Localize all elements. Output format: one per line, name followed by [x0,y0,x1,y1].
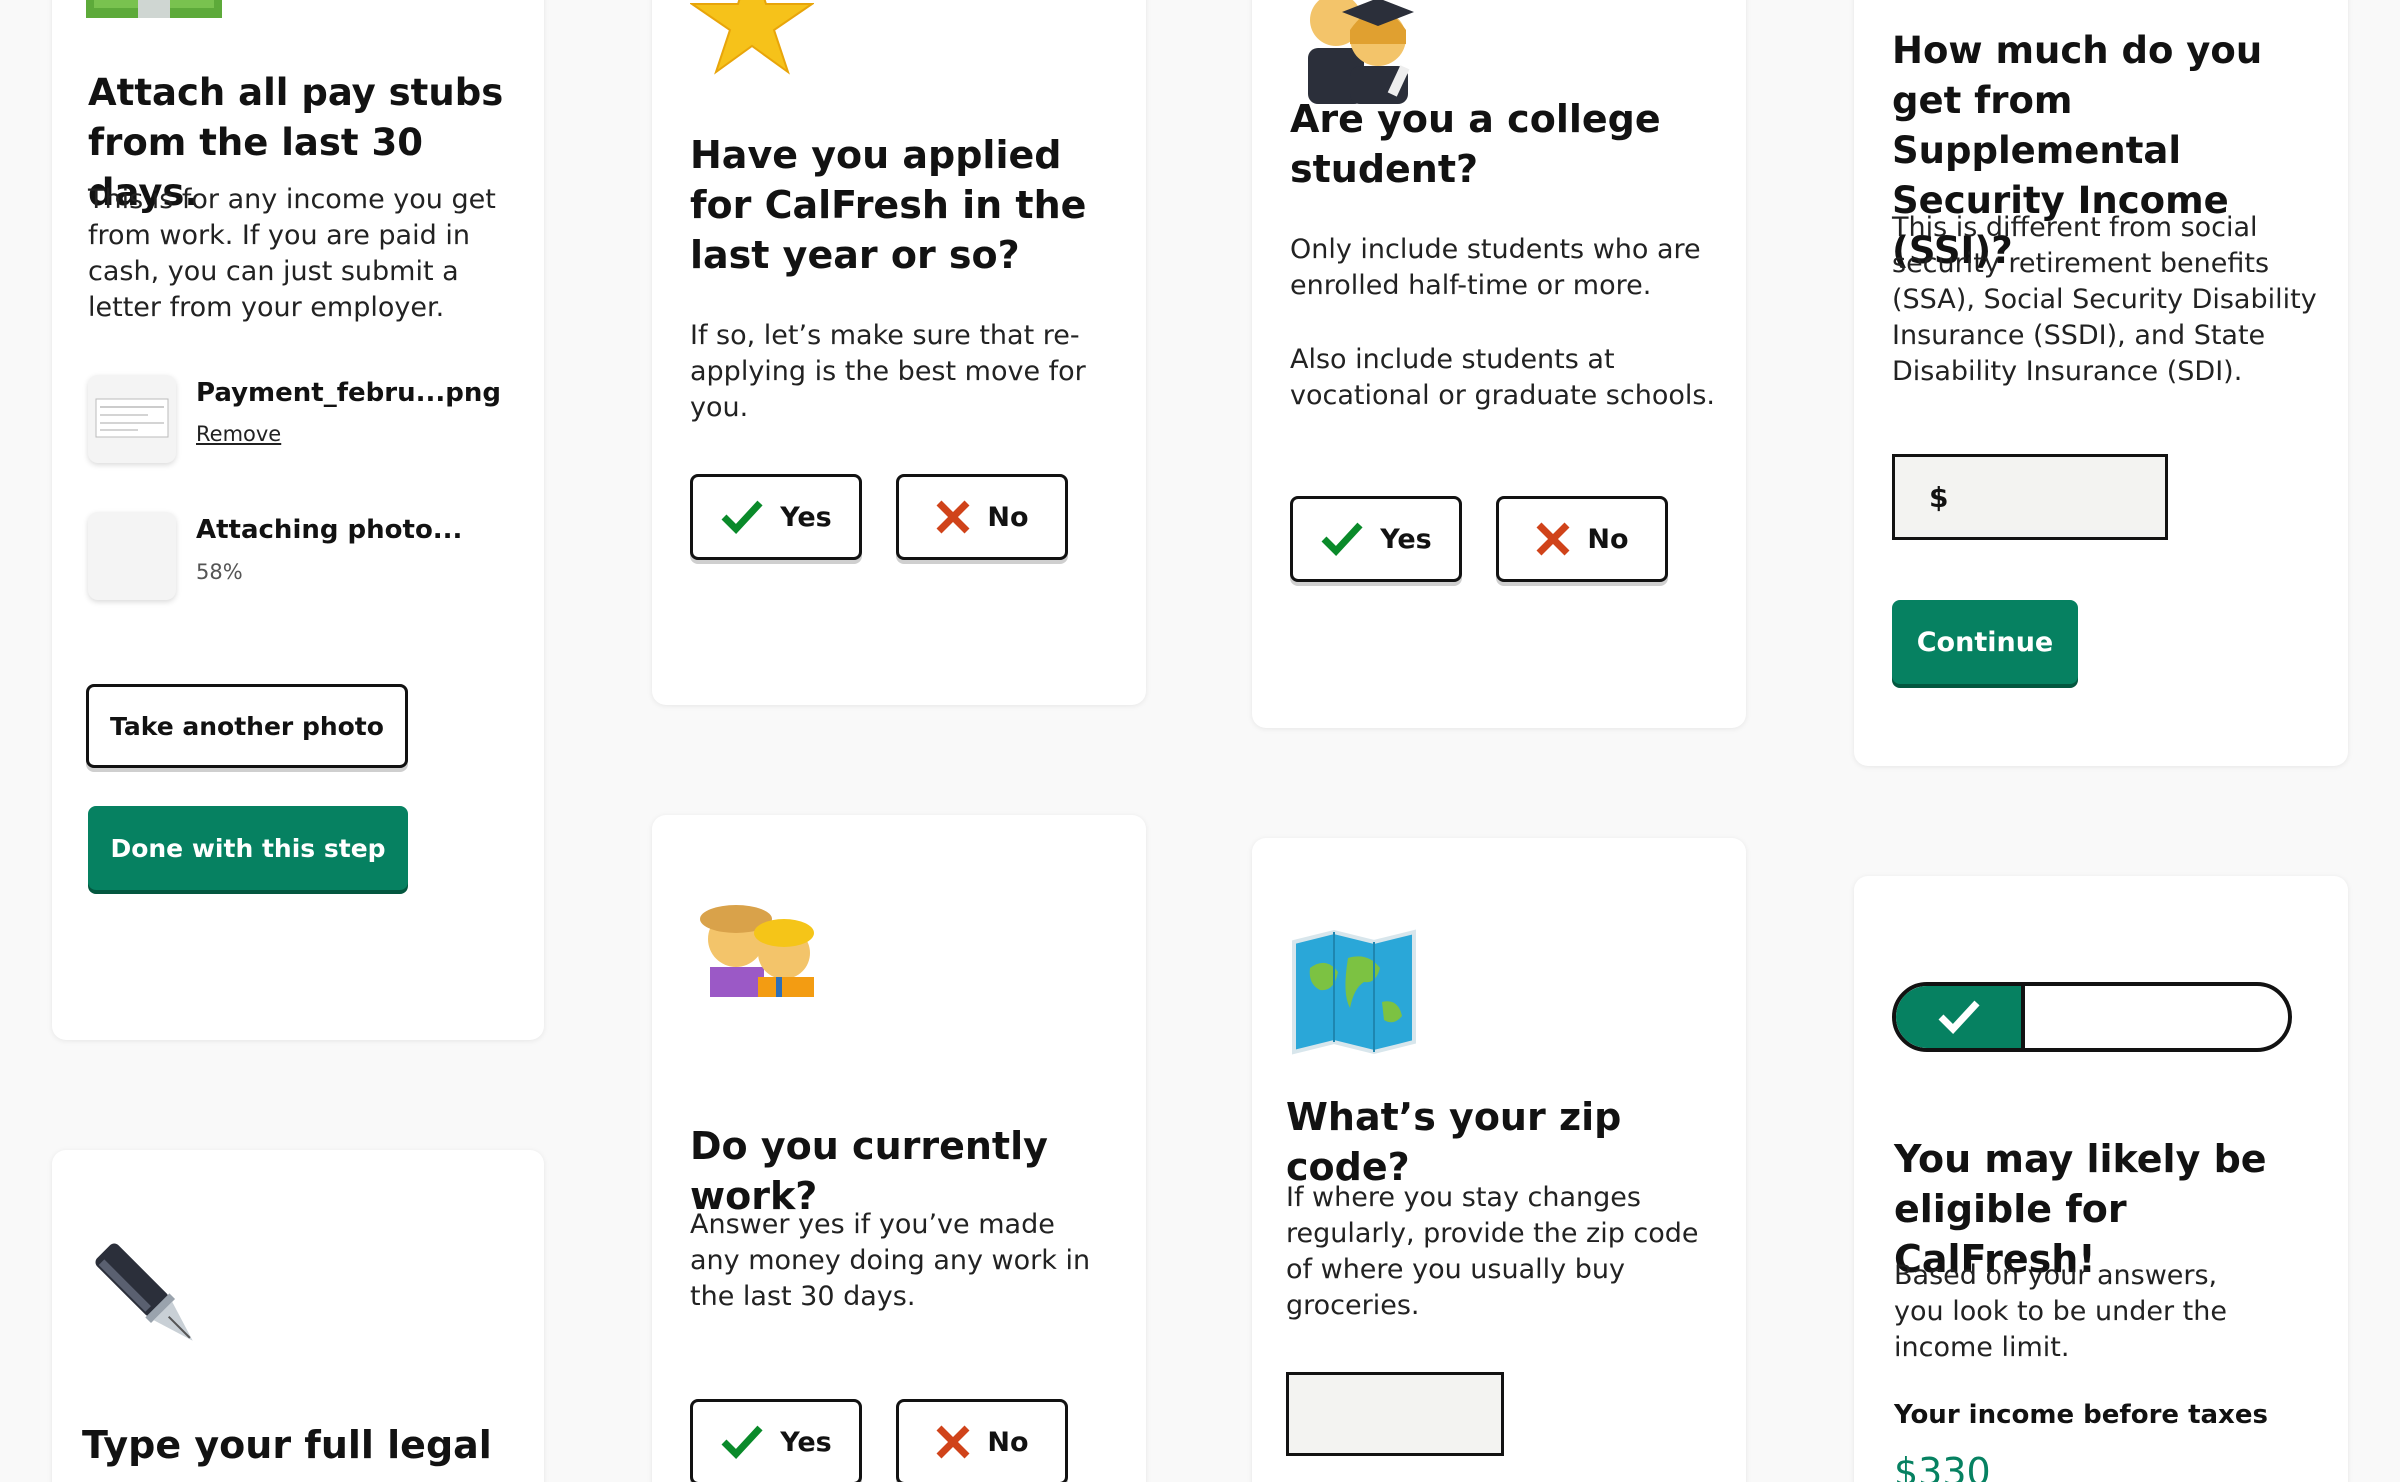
remove-file-link[interactable]: Remove [196,422,281,446]
ssi-description: This is different from social security r… [1892,212,2317,387]
world-map-icon [1290,928,1418,1056]
ssi-amount-input[interactable]: $ [1892,454,2168,540]
upload-progress: 58% [196,560,243,584]
no-button[interactable]: No [1496,496,1668,582]
no-button[interactable]: No [896,474,1068,560]
eligible-card: You may likely be eligible for CalFresh!… [1854,876,2348,1482]
yes-button[interactable]: Yes [690,1399,862,1482]
file-thumbnail [88,375,176,463]
no-button[interactable]: No [896,1399,1068,1482]
done-with-step-button[interactable]: Done with this step [88,806,408,890]
workers-icon [688,897,832,997]
yes-button[interactable]: Yes [1290,496,1462,582]
yes-label: Yes [1380,523,1432,555]
work-description: Answer yes if you’ve made any money doin… [690,1209,1091,1312]
x-icon [936,1425,970,1459]
fountain-pen-icon [86,1234,216,1364]
paystubs-description: This is for any income you get from work… [88,184,496,323]
no-label: No [1587,523,1629,555]
yes-label: Yes [780,1426,832,1458]
take-another-photo-button[interactable]: Take another photo [86,684,408,768]
student-title: Are you a college student? [1290,97,1661,191]
progress-fill [1896,986,2026,1048]
applied-description: If so, let’s make sure that re-applying … [690,320,1086,423]
currency-prefix: $ [1929,481,1949,514]
eligible-description: Based on your answers, you look to be un… [1894,1260,2227,1363]
zip-card: What’s your zip code? If where you stay … [1252,838,1746,1482]
ssi-card: How much do you get from Supplemental Se… [1854,0,2348,766]
check-icon [1321,522,1363,557]
paystubs-card: Attach all pay stubs from the last 30 da… [52,0,544,1040]
signature-title: Type your full legal [82,1423,492,1467]
applied-card: Have you applied for CalFresh in the las… [652,0,1146,705]
yes-button[interactable]: Yes [690,474,862,560]
income-label: Your income before taxes [1894,1400,2268,1430]
signature-card: Type your full legal [52,1150,544,1482]
income-value: $330 [1894,1450,1991,1482]
graduates-icon [1292,0,1420,104]
work-card: Do you currently work? Answer yes if you… [652,815,1146,1482]
no-label: No [987,1426,1029,1458]
money-icon [86,0,222,18]
no-label: No [987,501,1029,533]
student-description-1: Only include students who are enrolled h… [1290,234,1701,301]
student-card: Are you a college student? Only include … [1252,0,1746,728]
file-name-uploading: Attaching photo... [196,515,463,545]
zip-description: If where you stay changes regularly, pro… [1286,1182,1699,1321]
student-description-2: Also include students at vocational or g… [1290,344,1716,411]
continue-button[interactable]: Continue [1892,600,2078,684]
check-icon [721,500,763,535]
zip-input[interactable] [1286,1372,1504,1456]
x-icon [1536,522,1570,556]
star-icon [688,0,816,76]
progress-bar [1892,982,2292,1052]
x-icon [936,500,970,534]
check-icon [1938,1000,1980,1035]
file-thumbnail-loading [88,512,176,600]
work-title: Do you currently work? [690,1124,1048,1218]
yes-label: Yes [780,501,832,533]
zip-title: What’s your zip code? [1286,1095,1622,1189]
file-name: Payment_febru...png [196,378,501,408]
check-icon [721,1425,763,1460]
applied-title: Have you applied for CalFresh in the las… [690,133,1087,277]
